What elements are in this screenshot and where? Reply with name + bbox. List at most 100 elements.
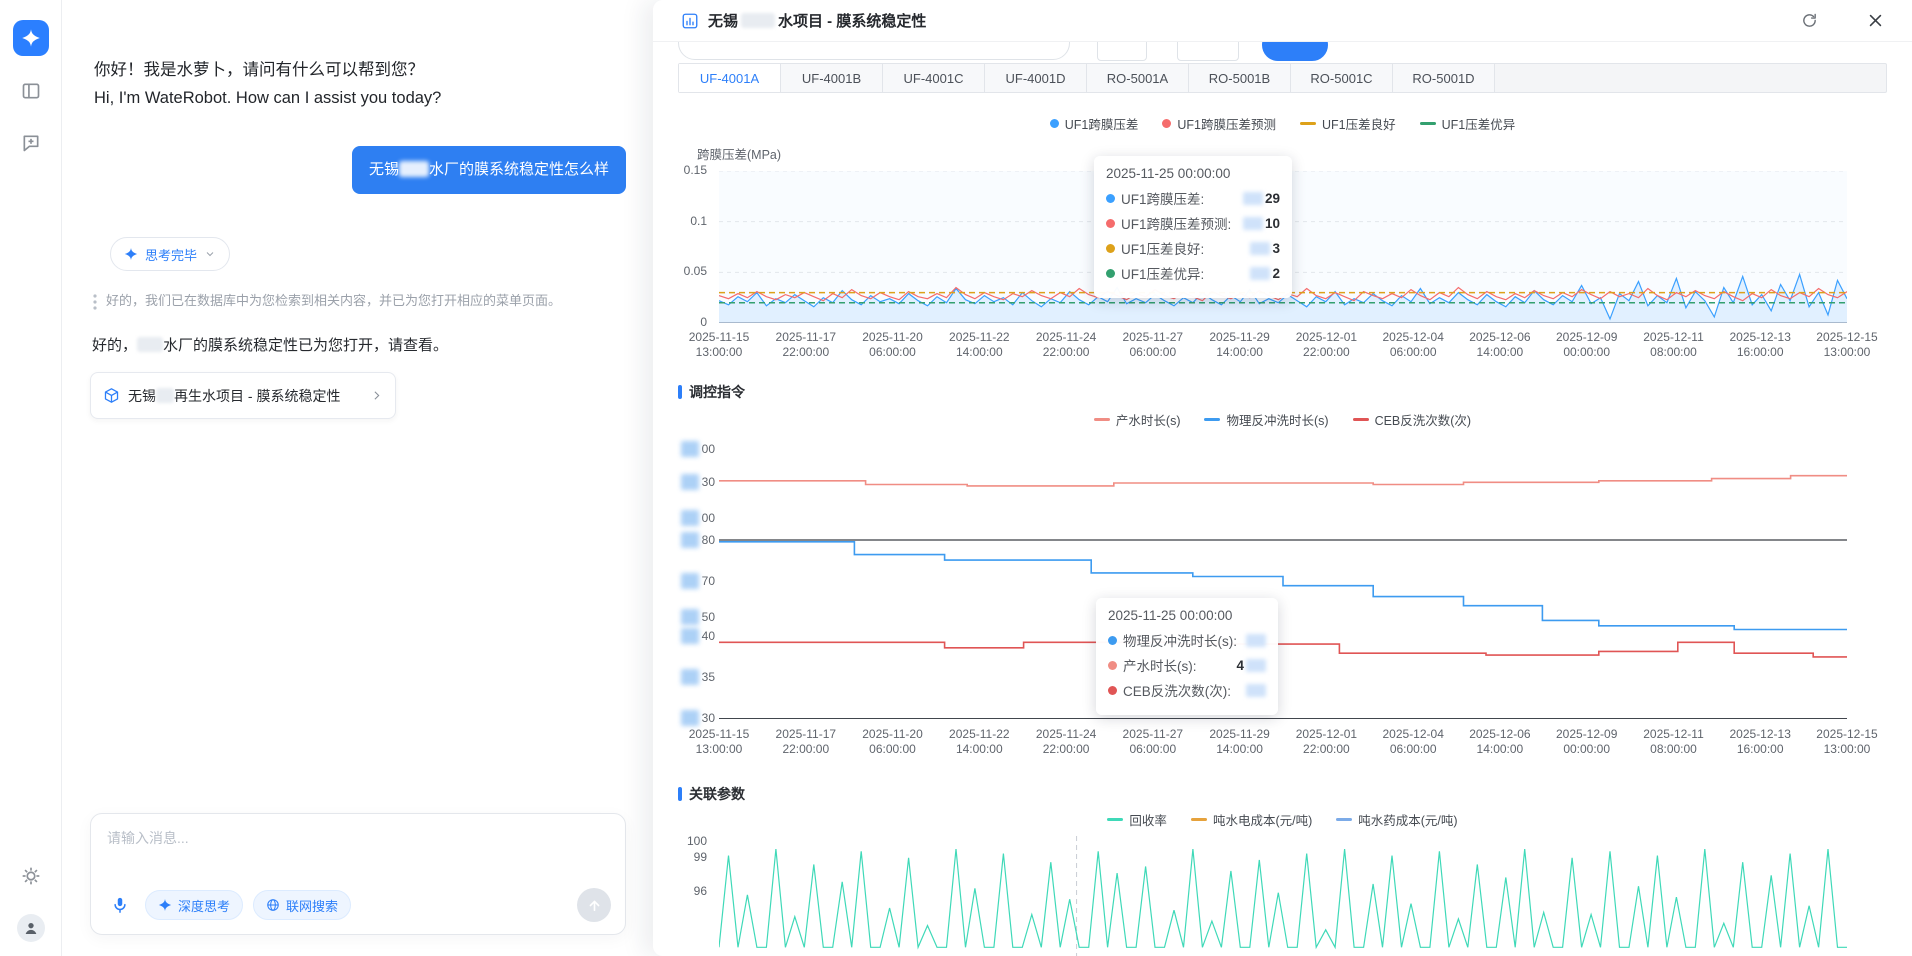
x-tick-label: 2025-11-2706:00:00 (1123, 330, 1184, 360)
message-input[interactable] (107, 828, 607, 876)
tooltip-row: UF1压差良好: 3 (1106, 238, 1280, 258)
legend-label: 回收率 (1129, 810, 1167, 829)
section-title-related: 关联参数 (678, 784, 745, 804)
redaction-patch (681, 510, 699, 526)
toolbar-button-1[interactable] (1097, 42, 1147, 61)
report-icon (681, 12, 699, 30)
redaction-patch (681, 573, 699, 589)
y-tick-fragment: 40 (702, 629, 715, 643)
legend-item[interactable]: CEB反洗次数(次) (1353, 410, 1472, 429)
user-avatar[interactable] (17, 914, 45, 942)
refresh-button[interactable] (1796, 8, 1822, 34)
legend-item[interactable]: 吨水药成本(元/吨) (1336, 810, 1457, 829)
tooltip-row: UF1压差优异:2 (1106, 263, 1280, 283)
y-tick-fragment: 80 (702, 533, 715, 547)
tab-UF-4001A[interactable]: UF-4001A (679, 64, 781, 92)
legend-item[interactable]: 回收率 (1107, 810, 1167, 829)
toolbar-button-primary[interactable] (1262, 42, 1328, 61)
x-tick-label: 2025-11-1722:00:00 (776, 330, 837, 360)
y-tick-label: 0.05 (661, 264, 707, 278)
legend-marker (1050, 119, 1059, 128)
chart3-legend: 回收率 吨水电成本(元/吨) 吨水药成本(元/吨) (653, 810, 1912, 829)
web-search-button[interactable]: 联网搜索 (253, 890, 351, 920)
search-input[interactable] (678, 42, 1070, 60)
legend-item[interactable]: 吨水电成本(元/吨) (1191, 810, 1312, 829)
mic-button[interactable] (105, 890, 135, 920)
tab-UF-4001D[interactable]: UF-4001D (985, 64, 1087, 92)
chart2-plot (719, 445, 1847, 719)
chart1-x-axis: 2025-11-1513:00:002025-11-1722:00:002025… (719, 330, 1847, 364)
legend-label: 吨水药成本(元/吨) (1358, 810, 1457, 829)
tooltip-value: 10 (1243, 216, 1280, 231)
assistant-reply-prefix: 好的， (92, 337, 137, 354)
redaction-patch (681, 532, 699, 548)
tab-UF-4001C[interactable]: UF-4001C (883, 64, 985, 92)
series-dot (1106, 269, 1115, 278)
send-button[interactable] (577, 888, 611, 922)
legend-label: 物理反冲洗时长(s) (1226, 410, 1328, 429)
y-axis-redacted-label: 35 (681, 669, 715, 685)
workspace-panel-icon[interactable] (21, 81, 41, 101)
tooltip-value (1246, 684, 1266, 697)
user-message-suffix: 水厂的膜系统稳定性怎么样 (429, 161, 609, 178)
tooltip-label: 产水时长(s): (1123, 655, 1197, 675)
result-link-card[interactable]: 无锡再生水项目 - 膜系统稳定性 (90, 372, 396, 419)
tooltip-value: 3 (1250, 241, 1280, 256)
legend-item[interactable]: 物理反冲洗时长(s) (1204, 410, 1328, 429)
y-axis-redacted-label: 30 (681, 474, 715, 490)
x-tick-label: 2025-12-0900:00:00 (1556, 330, 1617, 360)
legend-item[interactable]: UF1压差良好 (1300, 114, 1396, 133)
legend-label: CEB反洗次数(次) (1375, 410, 1472, 429)
tab-RO-5001D[interactable]: RO-5001D (1393, 64, 1495, 92)
legend-marker (1420, 122, 1436, 125)
tooltip-value: 4 (1236, 658, 1266, 673)
user-message-bubble: 无锡水厂的膜系统稳定性怎么样 (352, 146, 626, 194)
redaction-patch (1243, 217, 1263, 230)
legend-label: UF1压差优异 (1442, 114, 1516, 133)
redaction-patch (681, 609, 699, 625)
y-tick-fragment: 70 (702, 574, 715, 588)
tooltip-row: CEB反洗次数(次): (1108, 680, 1266, 700)
legend-item[interactable]: UF1压差优异 (1420, 114, 1516, 133)
toolbar-button-2[interactable] (1177, 42, 1239, 61)
x-tick-label: 2025-11-1513:00:00 (689, 727, 750, 757)
y-axis-redacted-label: 40 (681, 628, 715, 644)
close-button[interactable] (1862, 8, 1888, 34)
y-tick-label: 99 (661, 850, 707, 864)
redaction-patch (681, 628, 699, 644)
tab-RO-5001C[interactable]: RO-5001C (1291, 64, 1393, 92)
send-arrow-icon (587, 898, 602, 913)
legend-marker (1204, 418, 1220, 421)
chevron-down-icon (204, 248, 216, 260)
greeting-line-zh: 你好！我是水萝卜，请问有什么可以帮到您？ (94, 56, 441, 84)
tab-UF-4001B[interactable]: UF-4001B (781, 64, 883, 92)
chart2-x-axis: 2025-11-1513:00:002025-11-1722:00:002025… (719, 727, 1847, 761)
thinking-status-pill[interactable]: 思考完毕 (110, 237, 230, 271)
legend-marker (1094, 418, 1110, 421)
section-bar (678, 385, 682, 399)
x-tick-label: 2025-12-0406:00:00 (1382, 727, 1443, 757)
legend-marker (1162, 119, 1171, 128)
new-chat-icon[interactable] (21, 133, 41, 153)
message-composer: 深度思考 联网搜索 (90, 813, 626, 935)
y-axis-redacted-label: 70 (681, 573, 715, 589)
app-logo[interactable] (13, 20, 49, 56)
tab-RO-5001A[interactable]: RO-5001A (1087, 64, 1189, 92)
x-tick-label: 2025-11-2006:00:00 (862, 330, 923, 360)
legend-item[interactable]: UF1跨膜压差 (1050, 114, 1139, 133)
legend-item[interactable]: UF1跨膜压差预测 (1162, 114, 1276, 133)
redaction-patch (1246, 634, 1266, 647)
legend-item[interactable]: 产水时长(s) (1094, 410, 1181, 429)
tooltip-label: 物理反冲洗时长(s): (1123, 630, 1237, 650)
toolbar-clipped (653, 42, 1912, 63)
tooltip-label: UF1压差良好: (1121, 238, 1204, 258)
y-axis-redacted-label: 00 (681, 510, 715, 526)
x-tick-label: 2025-12-0614:00:00 (1469, 330, 1530, 360)
deep-think-button[interactable]: 深度思考 (145, 890, 243, 920)
y-tick-label: 0 (661, 315, 707, 329)
settings-gear-icon[interactable] (21, 866, 41, 886)
legend-label: UF1跨膜压差预测 (1177, 114, 1276, 133)
chat-panel: 你好！我是水萝卜，请问有什么可以帮到您？ Hi, I'm WateRobot. … (62, 0, 653, 956)
redaction-patch (1250, 267, 1270, 280)
tab-RO-5001B[interactable]: RO-5001B (1189, 64, 1291, 92)
